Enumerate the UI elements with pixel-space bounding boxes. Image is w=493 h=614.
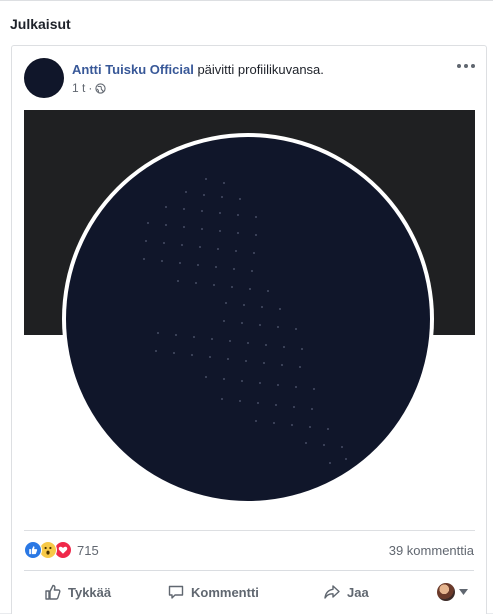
comment-icon bbox=[168, 585, 184, 599]
post-time[interactable]: 1 t bbox=[72, 81, 85, 95]
comment-button[interactable]: Kommentti bbox=[167, 583, 259, 601]
post-action-text: päivitti profiilikuvansa. bbox=[193, 62, 324, 77]
actions-divider bbox=[24, 570, 474, 571]
share-icon bbox=[324, 585, 340, 599]
share-label: Jaa bbox=[347, 584, 369, 600]
author-avatar[interactable] bbox=[24, 58, 64, 98]
post-actions: Tykkää Kommentti Jaa bbox=[24, 576, 474, 608]
profile-photo-preview[interactable] bbox=[24, 110, 475, 531]
posts-section: Julkaisut Antti Tuisku Official päivitti… bbox=[0, 0, 493, 614]
post-card: Antti Tuisku Official päivitti profiilik… bbox=[11, 45, 487, 614]
post-headline: Antti Tuisku Official päivitti profiilik… bbox=[72, 62, 324, 77]
reaction-count[interactable]: 715 bbox=[77, 543, 99, 558]
reactions-summary[interactable]: 715 bbox=[24, 541, 99, 559]
more-icon bbox=[457, 64, 475, 68]
comments-count[interactable]: 39 kommenttia bbox=[389, 543, 474, 558]
globe-icon[interactable] bbox=[95, 82, 106, 94]
chevron-down-icon bbox=[459, 589, 468, 595]
comment-label: Kommentti bbox=[191, 584, 259, 600]
react-as-selector[interactable] bbox=[437, 583, 468, 601]
post-meta: 1 t · bbox=[72, 81, 106, 95]
dot-pattern bbox=[143, 178, 351, 474]
author-link[interactable]: Antti Tuisku Official bbox=[72, 62, 194, 77]
profile-picture-frame bbox=[62, 133, 434, 505]
meta-separator: · bbox=[88, 81, 93, 95]
like-reaction-icon bbox=[24, 541, 42, 559]
profile-picture bbox=[66, 137, 430, 501]
more-options-button[interactable] bbox=[456, 58, 476, 74]
share-button[interactable]: Jaa bbox=[323, 583, 369, 601]
like-label: Tykkää bbox=[68, 584, 112, 600]
thumbs-up-icon bbox=[45, 584, 61, 600]
like-button[interactable]: Tykkää bbox=[44, 583, 111, 601]
section-title: Julkaisut bbox=[10, 16, 71, 32]
user-avatar bbox=[437, 583, 455, 601]
